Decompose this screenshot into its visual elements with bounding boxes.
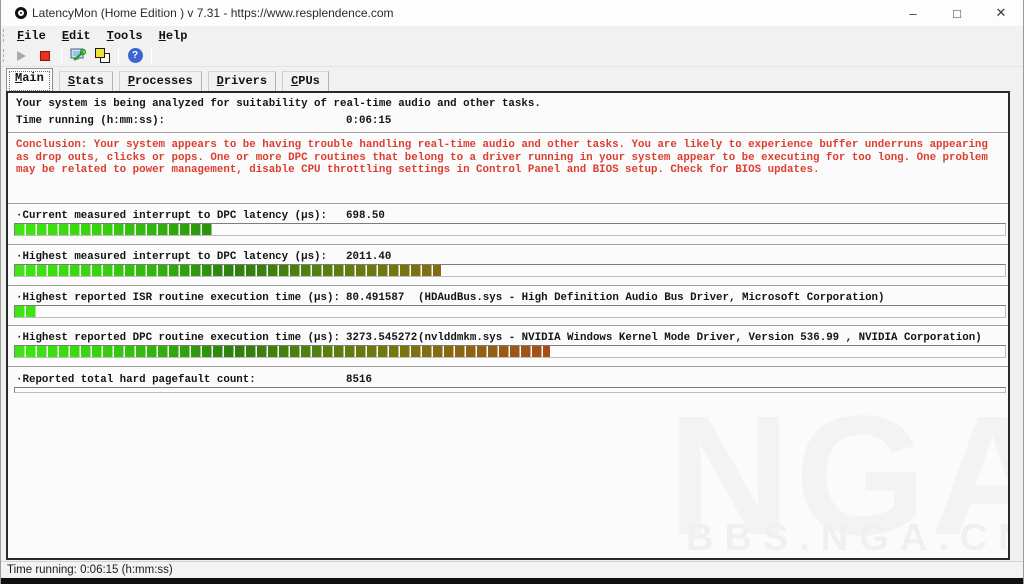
separator bbox=[8, 285, 1008, 287]
menu-edit[interactable]: Edit bbox=[54, 28, 99, 44]
measurement-value: 8516 bbox=[346, 374, 372, 386]
separator bbox=[8, 244, 1008, 246]
latency-bar-track bbox=[14, 223, 1006, 236]
measurement-label: ·Highest reported DPC routine execution … bbox=[16, 332, 340, 344]
time-running-value: 0:06:15 bbox=[346, 115, 392, 127]
app-icon bbox=[15, 7, 27, 19]
driver-info: (HDAudBus.sys - High Definition Audio Bu… bbox=[418, 292, 885, 304]
separator bbox=[8, 132, 1008, 134]
latency-bar-track bbox=[14, 387, 1006, 393]
main-panel: NGA BBS.NGA.CN Your system is being anal… bbox=[6, 91, 1010, 560]
tab-cpus[interactable]: CPUs bbox=[282, 71, 329, 91]
driver-info: (nvlddmkm.sys - NVIDIA Windows Kernel Mo… bbox=[418, 332, 982, 344]
latency-bar-track bbox=[14, 264, 1006, 277]
main-content: Your system is being analyzed for suitab… bbox=[8, 93, 1008, 558]
separator bbox=[8, 325, 1008, 327]
measurement-label: ·Current measured interrupt to DPC laten… bbox=[16, 210, 328, 222]
time-running-label: Time running (h:mm:ss): bbox=[16, 115, 166, 127]
conclusion-text: Conclusion: Your system appears to be ha… bbox=[16, 139, 988, 176]
toolbar-separator bbox=[118, 47, 119, 64]
latency-bar-segments bbox=[15, 265, 1005, 276]
window-controls: – □ ✕ bbox=[891, 0, 1023, 26]
latency-bar-segments bbox=[15, 346, 1005, 357]
status-bar: Time running: 0:06:15 (h:mm:ss) bbox=[1, 561, 1023, 578]
measurement-value: 3273.545272 bbox=[346, 332, 418, 344]
copy-pages-icon bbox=[94, 48, 110, 63]
window-bottom-edge bbox=[1, 578, 1023, 584]
menu-gripper bbox=[3, 29, 5, 42]
menu-help[interactable]: Help bbox=[151, 28, 196, 44]
menu-file[interactable]: File bbox=[9, 28, 54, 44]
separator bbox=[8, 366, 1008, 368]
report-button[interactable] bbox=[90, 46, 114, 66]
tab-focus-rect bbox=[9, 71, 50, 91]
start-monitor-button[interactable] bbox=[9, 46, 33, 66]
measurement-value: 698.50 bbox=[346, 210, 385, 222]
latency-bar-track bbox=[14, 305, 1006, 318]
close-icon[interactable]: ✕ bbox=[979, 0, 1023, 26]
latency-bar-segments bbox=[15, 306, 1005, 317]
tab-stats[interactable]: Stats bbox=[58, 71, 113, 91]
status-text: Time running: 0:06:15 (h:mm:ss) bbox=[7, 564, 173, 576]
toolbar-separator bbox=[151, 47, 152, 64]
measurement-label: ·Highest reported ISR routine execution … bbox=[16, 292, 340, 304]
maximize-icon[interactable]: □ bbox=[935, 0, 979, 26]
tab-processes[interactable]: Processes bbox=[118, 71, 202, 91]
latency-bar-segments bbox=[15, 388, 1005, 392]
title-bar: LatencyMon (Home Edition ) v 7.31 - http… bbox=[1, 0, 1023, 26]
window-title: LatencyMon (Home Edition ) v 7.31 - http… bbox=[32, 6, 394, 20]
monitor-analyze-icon bbox=[70, 48, 86, 61]
latency-bar-segments bbox=[15, 224, 1005, 235]
analysis-status-text: Your system is being analyzed for suitab… bbox=[16, 98, 541, 110]
stop-monitor-button[interactable] bbox=[33, 46, 57, 66]
measurement-value: 80.491587 bbox=[346, 292, 405, 304]
measurement-value: 2011.40 bbox=[346, 251, 392, 263]
toolbar-gripper bbox=[3, 49, 5, 62]
time-running-row: Time running (h:mm:ss): 0:06:15 bbox=[8, 115, 1008, 128]
tab-main[interactable]: Main bbox=[6, 68, 53, 91]
stop-icon bbox=[40, 50, 50, 61]
latencymon-window: LatencyMon (Home Edition ) v 7.31 - http… bbox=[0, 0, 1024, 584]
measurement-label: ·Highest measured interrupt to DPC laten… bbox=[16, 251, 328, 263]
measurement-label: ·Reported total hard pagefault count: bbox=[16, 374, 256, 386]
tab-strip: Main Stats Processes Drivers CPUs bbox=[1, 67, 1023, 91]
play-icon bbox=[16, 50, 26, 61]
toolbar: ? bbox=[1, 45, 1023, 67]
separator bbox=[8, 203, 1008, 205]
menu-tools[interactable]: Tools bbox=[99, 28, 151, 44]
tab-drivers[interactable]: Drivers bbox=[207, 71, 277, 91]
latency-bar-track bbox=[14, 345, 1006, 358]
toolbar-separator bbox=[61, 47, 62, 64]
help-button[interactable]: ? bbox=[123, 46, 147, 66]
help-icon: ? bbox=[127, 48, 143, 63]
minimize-icon[interactable]: – bbox=[891, 0, 935, 26]
options-button[interactable] bbox=[66, 46, 90, 66]
menu-bar: File Edit Tools Help bbox=[1, 26, 1023, 45]
